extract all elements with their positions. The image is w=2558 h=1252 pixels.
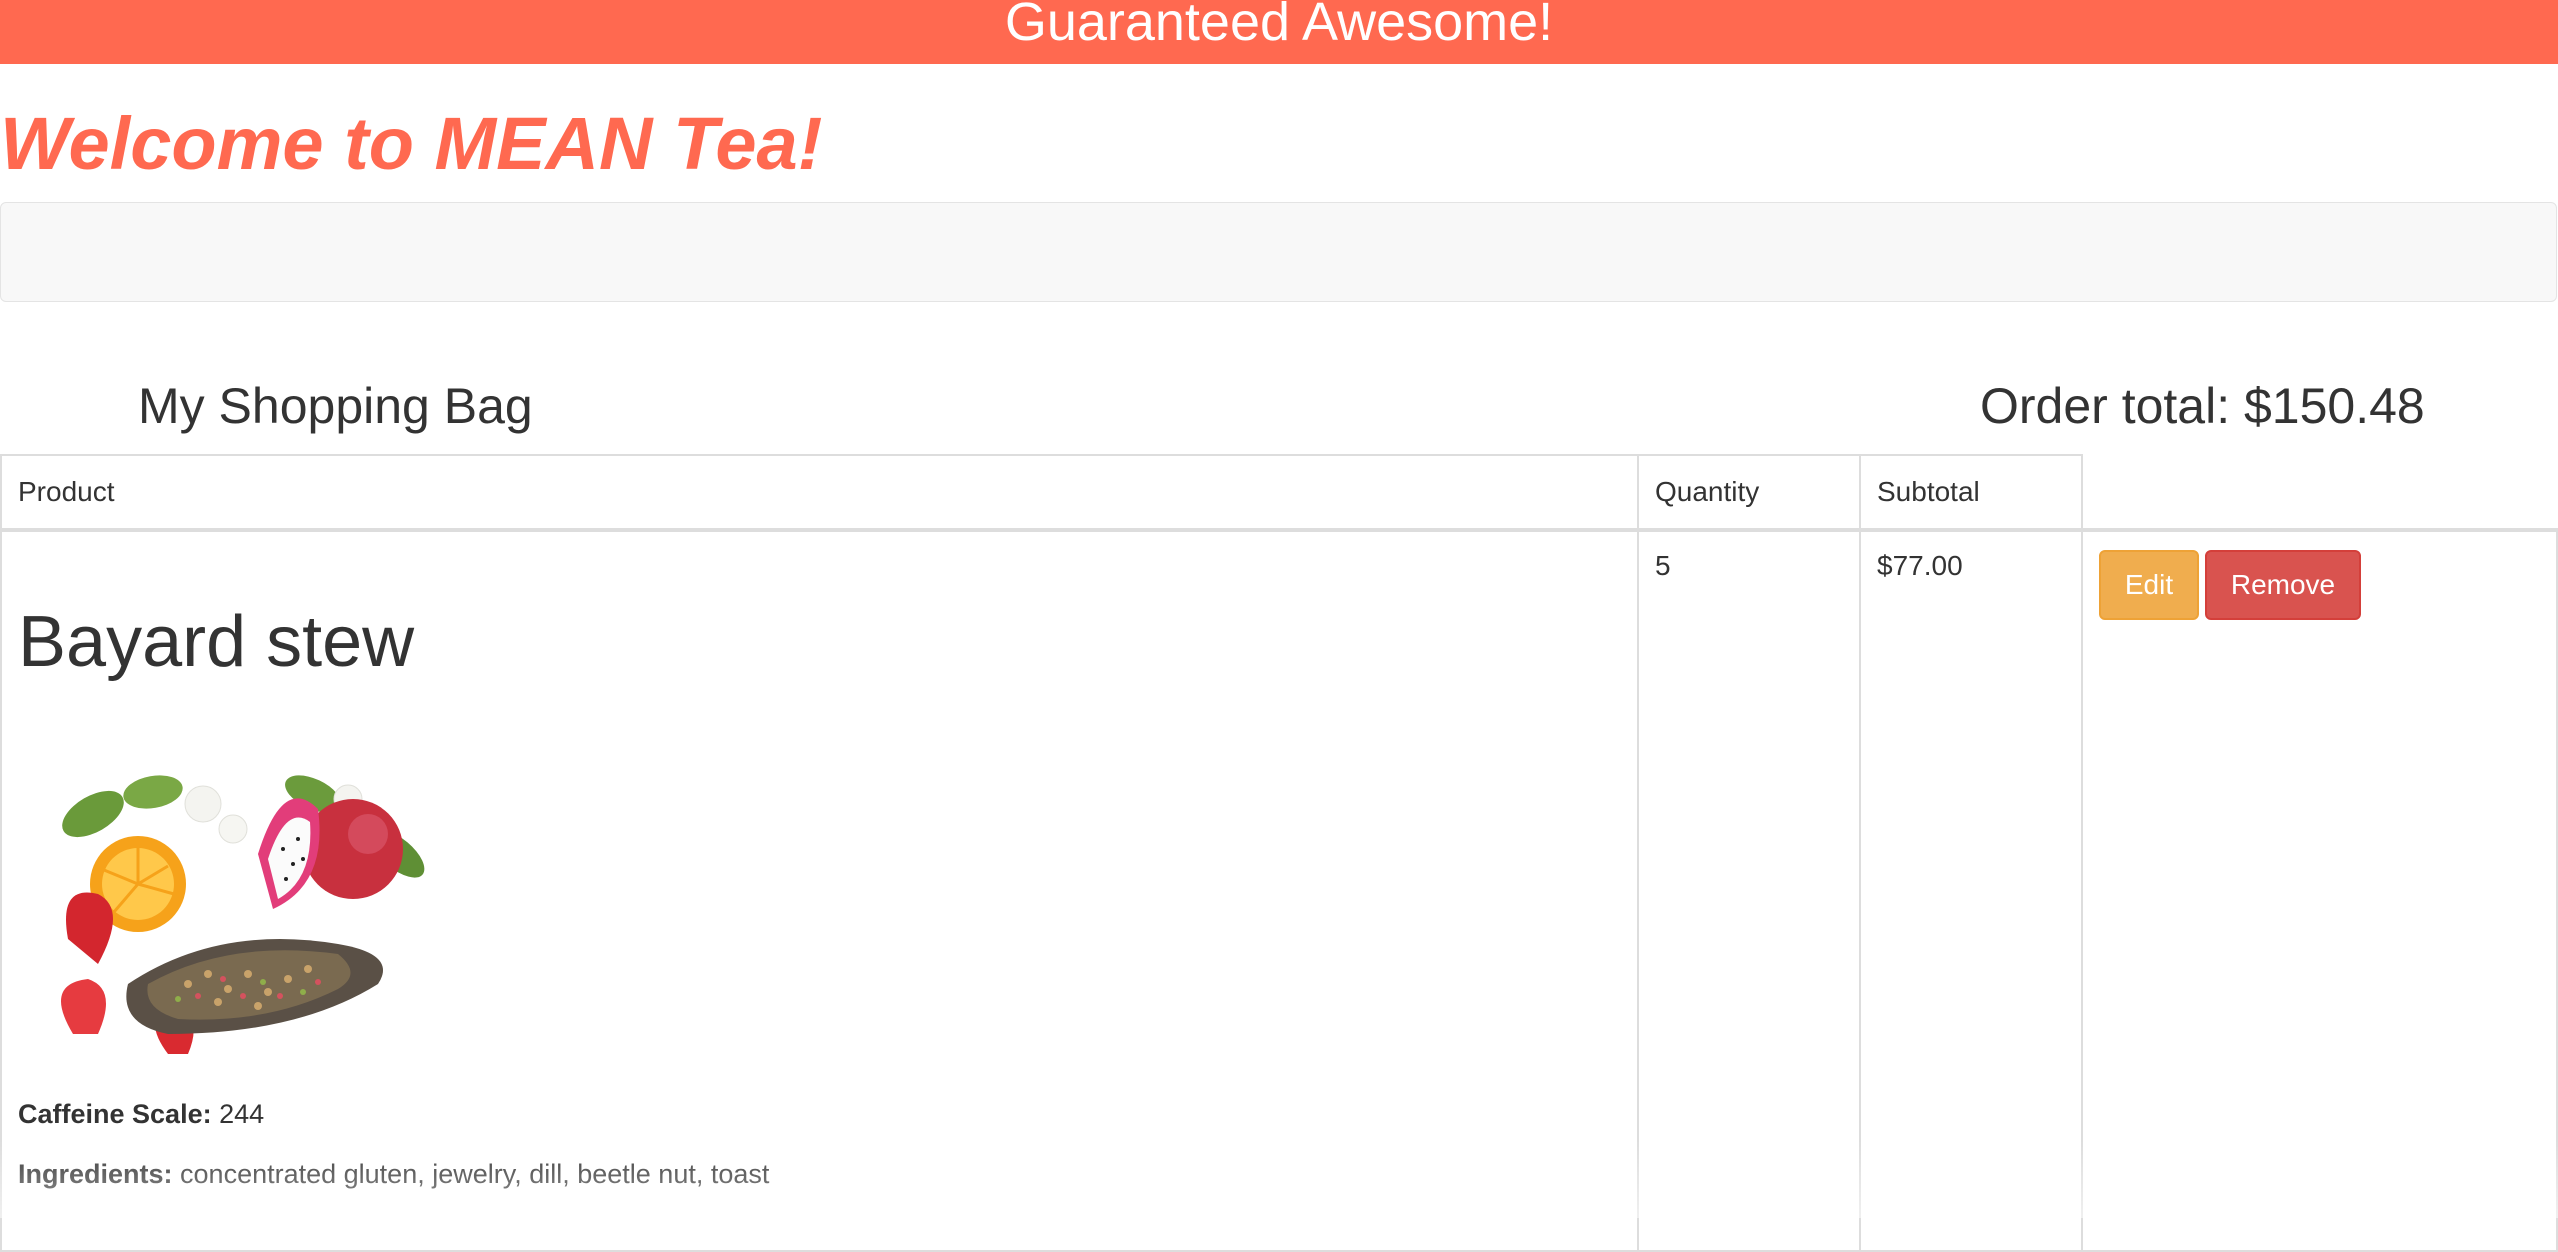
table-header-row: Product Quantity Subtotal <box>0 454 2557 532</box>
page-title: Welcome to MEAN Tea! <box>0 102 823 185</box>
banner-text: Guaranteed Awesome! <box>1004 0 1554 52</box>
table-row: Bayard stew Caffeine Scale: 244 Ingredie… <box>0 529 2558 1252</box>
actions-cell: Edit Remove <box>2081 529 2558 1252</box>
caffeine-scale-value: 244 <box>219 1099 265 1129</box>
column-header-subtotal: Subtotal <box>1859 454 2083 532</box>
column-header-actions <box>2082 455 2557 532</box>
promo-banner: Guaranteed Awesome! <box>0 0 2558 64</box>
ingredients-value: concentrated gluten, jewelry, dill, beet… <box>180 1159 770 1189</box>
navbar <box>0 202 2557 302</box>
column-header-quantity: Quantity <box>1637 454 1861 532</box>
ingredients-label: Ingredients: <box>18 1159 173 1189</box>
caffeine-scale-label: Caffeine Scale: <box>18 1099 212 1129</box>
edit-button[interactable]: Edit <box>2099 550 2199 620</box>
order-total: Order total: $150.48 <box>1980 378 2425 434</box>
tea-blend-with-fruit-image <box>18 734 438 1064</box>
product-name: Bayard stew <box>18 602 415 682</box>
caffeine-scale: Caffeine Scale: 244 <box>18 1098 1621 1130</box>
shopping-bag-title: My Shopping Bag <box>138 378 533 434</box>
remove-button[interactable]: Remove <box>2205 550 2361 620</box>
product-cell: Bayard stew Caffeine Scale: 244 Ingredie… <box>0 529 1639 1252</box>
column-header-product: Product <box>0 454 1639 532</box>
subtotal-cell: $77.00 <box>1859 529 2083 1252</box>
cart-table: Product Quantity Subtotal Bayard stew Ca… <box>0 454 2558 1252</box>
ingredients: Ingredients: concentrated gluten, jewelr… <box>18 1158 1621 1190</box>
quantity-cell: 5 <box>1637 529 1861 1252</box>
